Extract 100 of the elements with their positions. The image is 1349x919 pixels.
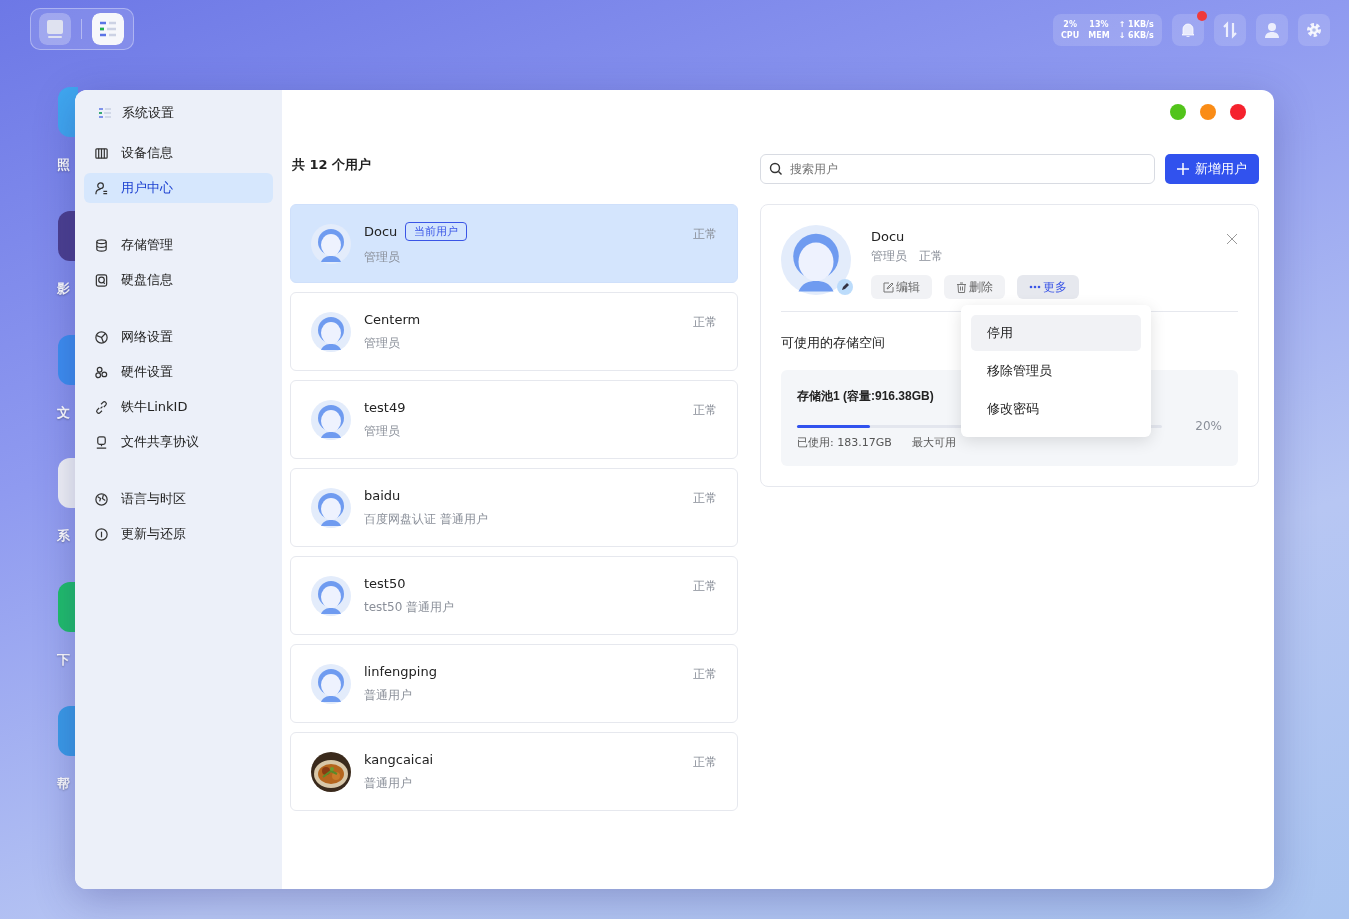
avatar-icon — [311, 575, 351, 616]
user-role: 百度网盘认证 普通用户 — [364, 510, 489, 528]
window-control[interactable] — [1200, 104, 1216, 120]
arrows-icon — [1221, 21, 1239, 39]
user-name: Docu — [871, 229, 906, 244]
user-role: 普通用户 — [364, 774, 413, 792]
stat-value: 2% — [1063, 19, 1077, 30]
user-button[interactable] — [1256, 14, 1288, 46]
user-status: 正常 — [693, 490, 717, 507]
menu-item-icon — [94, 237, 109, 253]
sidebar-item[interactable]: 文件共享协议 — [84, 427, 273, 457]
sidebar-item[interactable]: 用户中心 — [84, 173, 273, 203]
window-control[interactable] — [1230, 104, 1246, 120]
user-card[interactable]: kangcaicai 普通用户 正常 — [290, 732, 738, 811]
user-role: 管理员 — [364, 422, 401, 440]
pool-title: 存储池1 (容量:916.38GB) — [797, 388, 935, 405]
notification-button[interactable] — [1172, 14, 1204, 46]
settings-button[interactable] — [1298, 14, 1330, 46]
user-role: test50 普通用户 — [364, 598, 456, 616]
settings-icon — [1305, 21, 1323, 39]
menu-item-icon — [94, 399, 109, 415]
transfer-button[interactable] — [1214, 14, 1246, 46]
sidebar-item[interactable]: 硬件设置 — [84, 357, 273, 387]
avatar-icon — [311, 663, 351, 704]
sidebar-item[interactable]: 网络设置 — [84, 322, 273, 352]
edit-avatar-icon[interactable] — [837, 279, 853, 295]
sidebar-item[interactable]: 设备信息 — [84, 138, 273, 168]
user-status: 正常 — [693, 314, 717, 331]
action-button[interactable]: 更多 — [1017, 275, 1079, 299]
trash-icon — [956, 281, 967, 293]
monitor-icon[interactable] — [39, 13, 71, 45]
app-icon[interactable] — [58, 211, 78, 261]
user-role: 管理员 — [364, 334, 401, 352]
user-status: 正常 — [693, 402, 717, 419]
user-card[interactable]: Docu 当前用户 管理员 正常 — [290, 204, 738, 283]
menu-item-icon — [94, 145, 109, 161]
storage-heading: 可使用的存储空间 — [781, 334, 886, 352]
user-name: baidu — [364, 487, 401, 503]
action-button[interactable]: 编辑 — [871, 275, 932, 299]
app-label: 影 — [57, 280, 70, 298]
user-card[interactable]: test49 管理员 正常 — [290, 380, 738, 459]
sidebar-item[interactable]: 存储管理 — [84, 230, 273, 260]
user-card[interactable]: Centerm 管理员 正常 — [290, 292, 738, 371]
avatar-icon — [311, 399, 351, 440]
settings-app-icon[interactable] — [92, 13, 124, 45]
sidebar-title: 系统设置 — [122, 104, 174, 122]
user-role: 管理员 — [364, 248, 401, 266]
user-status: 正常 — [693, 578, 717, 595]
user-card[interactable]: test50 test50 普通用户 正常 — [290, 556, 738, 635]
stat-label: CPU — [1061, 30, 1080, 41]
more-icon — [1029, 285, 1041, 289]
app-label: 系 — [57, 527, 70, 545]
user-card[interactable]: baidu 百度网盘认证 普通用户 正常 — [290, 468, 738, 547]
sidebar-item[interactable]: 语言与时区 — [84, 484, 273, 514]
user-card[interactable]: linfengping 普通用户 正常 — [290, 644, 738, 723]
menu-item-icon — [94, 329, 109, 345]
search-icon — [769, 162, 783, 176]
user-status: 正常 — [919, 248, 943, 265]
user-count: 共 12 个用户 — [292, 156, 373, 174]
avatar-icon — [311, 223, 351, 264]
stat-value: ↑ 1KB/s — [1118, 19, 1154, 30]
stat-value: 13% — [1089, 19, 1109, 30]
app-label: 下 — [57, 651, 70, 669]
user-name: Docu — [364, 223, 398, 239]
avatar-icon — [311, 487, 351, 528]
edit-icon — [883, 281, 894, 293]
app-label: 文 — [57, 404, 70, 422]
user-name: test50 — [364, 575, 406, 591]
sidebar-item[interactable]: 硬盘信息 — [84, 265, 273, 295]
window-control[interactable] — [1170, 104, 1186, 120]
menu-item[interactable]: 移除管理员 — [971, 353, 1141, 389]
usage-percent: 20% — [1194, 419, 1222, 433]
stat-label: MEM — [1088, 30, 1110, 41]
search-field[interactable]: 搜索用户 — [760, 154, 1155, 184]
menu-item-icon — [94, 491, 109, 507]
used-space: 已使用: 183.17GB — [797, 435, 892, 450]
user-status: 正常 — [693, 226, 717, 243]
max-available: 最大可用 — [911, 435, 956, 450]
avatar-icon — [311, 311, 351, 352]
sidebar-item[interactable]: 更新与还原 — [84, 519, 273, 549]
add-user-button[interactable]: 新增用户 — [1165, 154, 1259, 184]
user-role: 普通用户 — [364, 686, 413, 704]
menu-item[interactable]: 停用 — [971, 315, 1141, 351]
action-button[interactable]: 删除 — [944, 275, 1005, 299]
user-icon — [1263, 21, 1281, 39]
user-name: Centerm — [364, 311, 421, 327]
user-name: test49 — [364, 399, 406, 415]
user-name: kangcaicai — [364, 751, 434, 767]
stat-label: ↓ 6KB/s — [1118, 30, 1154, 41]
current-user-tag: 当前用户 — [405, 221, 468, 241]
sidebar-item[interactable]: 铁牛LinkID — [84, 392, 273, 422]
app-icon[interactable] — [58, 335, 78, 385]
menu-item-icon — [94, 526, 109, 542]
menu-item-icon — [94, 364, 109, 380]
menu-item[interactable]: 修改密码 — [971, 391, 1141, 427]
close-icon[interactable] — [1226, 233, 1238, 245]
user-role: 管理员 — [871, 248, 907, 265]
user-name: linfengping — [364, 663, 437, 679]
app-label: 帮 — [57, 775, 70, 793]
notification-dot — [1197, 11, 1207, 21]
